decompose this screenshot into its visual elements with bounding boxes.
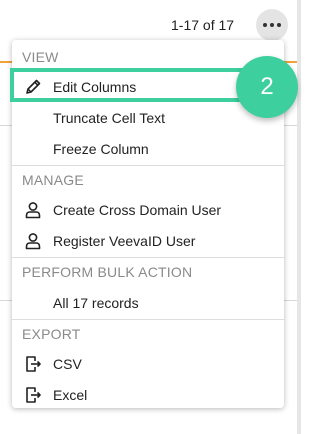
menu-divider	[12, 319, 284, 320]
more-horizontal-icon	[277, 23, 281, 27]
menu-item-export-csv[interactable]: CSV	[12, 349, 284, 379]
menu-item-create-cross-domain-user[interactable]: Create Cross Domain User	[12, 195, 284, 225]
menu-item-freeze-column[interactable]: Freeze Column	[12, 134, 284, 164]
background-divider	[0, 300, 12, 301]
menu-item-label: Freeze Column	[53, 141, 149, 157]
menu-item-label: Excel	[53, 387, 88, 403]
more-horizontal-icon	[263, 23, 267, 27]
highlight-box	[10, 68, 256, 102]
section-heading-view: VIEW	[22, 49, 59, 65]
step-number-badge: 2	[236, 56, 298, 118]
menu-item-register-veevaid-user[interactable]: Register VeevaID User	[12, 226, 284, 256]
menu-item-all-records[interactable]: All 17 records	[12, 288, 284, 318]
menu-item-export-excel[interactable]: Excel	[12, 380, 284, 410]
background-divider	[0, 125, 12, 126]
scrollbar-track[interactable]	[297, 0, 301, 434]
section-heading-export: EXPORT	[22, 326, 81, 342]
menu-item-label: Truncate Cell Text	[53, 110, 166, 126]
user-icon	[25, 202, 41, 219]
menu-divider	[12, 165, 284, 166]
section-heading-perform-bulk-action: PERFORM BULK ACTION	[22, 264, 193, 280]
menu-divider	[12, 257, 284, 258]
menu-item-label: Register VeevaID User	[53, 233, 196, 249]
file-export-icon	[26, 387, 41, 403]
background-divider	[0, 61, 12, 63]
menu-item-label: Create Cross Domain User	[53, 202, 222, 218]
file-export-icon	[26, 356, 41, 372]
section-heading-manage: MANAGE	[22, 172, 84, 188]
pagination-count: 1-17 of 17	[171, 17, 235, 33]
user-icon	[25, 233, 41, 250]
menu-item-label: CSV	[53, 356, 82, 372]
menu-item-label: All 17 records	[53, 295, 139, 311]
more-horizontal-icon	[270, 23, 274, 27]
more-actions-button[interactable]	[256, 9, 288, 41]
